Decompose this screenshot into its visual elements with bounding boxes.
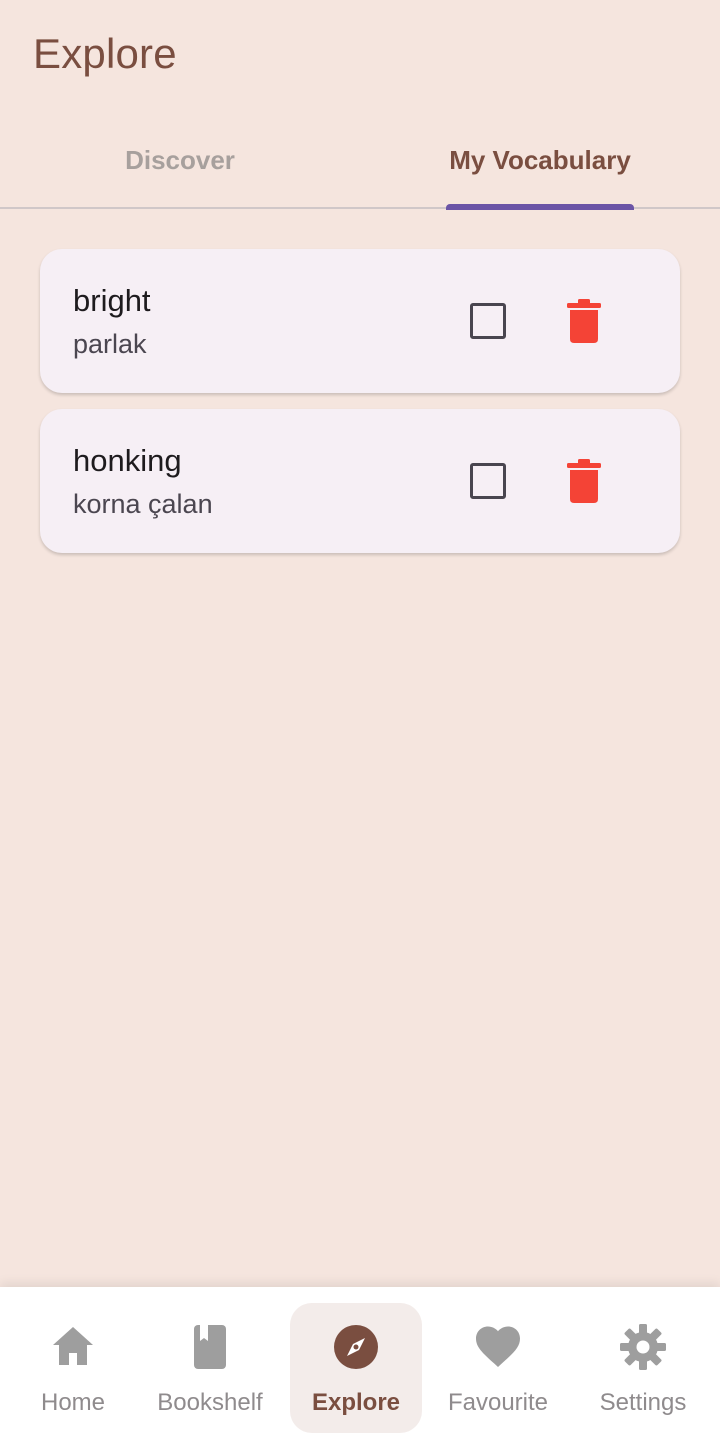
- tab-bar: Discover My Vocabulary: [0, 112, 720, 210]
- nav-label: Explore: [311, 1389, 401, 1416]
- nav-item-favourite[interactable]: Favourite: [436, 1303, 560, 1433]
- vocabulary-card[interactable]: honking korna çalan: [40, 409, 680, 553]
- learned-checkbox[interactable]: [470, 463, 506, 499]
- tab-discover[interactable]: Discover: [0, 112, 360, 208]
- book-icon: [194, 1325, 226, 1369]
- home-icon: [53, 1327, 93, 1365]
- compass-icon: [334, 1325, 378, 1369]
- page-title: Explore: [33, 30, 177, 77]
- word-term: honking: [73, 443, 182, 478]
- vocabulary-card[interactable]: bright parlak: [40, 249, 680, 393]
- nav-item-home[interactable]: Home: [10, 1303, 136, 1433]
- vocabulary-list: bright parlak honking korna çalan: [40, 249, 680, 569]
- trash-icon: [567, 459, 601, 503]
- delete-button[interactable]: [564, 299, 604, 343]
- nav-item-settings[interactable]: Settings: [584, 1303, 702, 1433]
- nav-label: Home: [40, 1389, 106, 1416]
- nav-label: Settings: [599, 1389, 687, 1416]
- heart-icon: [476, 1326, 520, 1367]
- tab-my-vocabulary[interactable]: My Vocabulary: [360, 112, 720, 208]
- word-translation: parlak: [73, 329, 147, 359]
- nav-item-bookshelf[interactable]: Bookshelf: [146, 1303, 274, 1433]
- nav-label: Favourite: [447, 1389, 549, 1416]
- gear-icon: [620, 1324, 666, 1370]
- nav-label: Bookshelf: [157, 1389, 263, 1416]
- tab-indicator: [446, 204, 634, 210]
- app-root: Explore Discover My Vocabulary bright pa…: [0, 0, 720, 1436]
- bottom-navigation: Home Bookshelf Explore Favourite Setting…: [0, 1287, 720, 1436]
- word-translation: korna çalan: [73, 489, 213, 519]
- app-bar: Explore: [0, 0, 720, 110]
- trash-icon: [567, 299, 601, 343]
- word-term: bright: [73, 283, 151, 318]
- learned-checkbox[interactable]: [470, 303, 506, 339]
- nav-item-explore[interactable]: Explore: [290, 1303, 422, 1433]
- delete-button[interactable]: [564, 459, 604, 503]
